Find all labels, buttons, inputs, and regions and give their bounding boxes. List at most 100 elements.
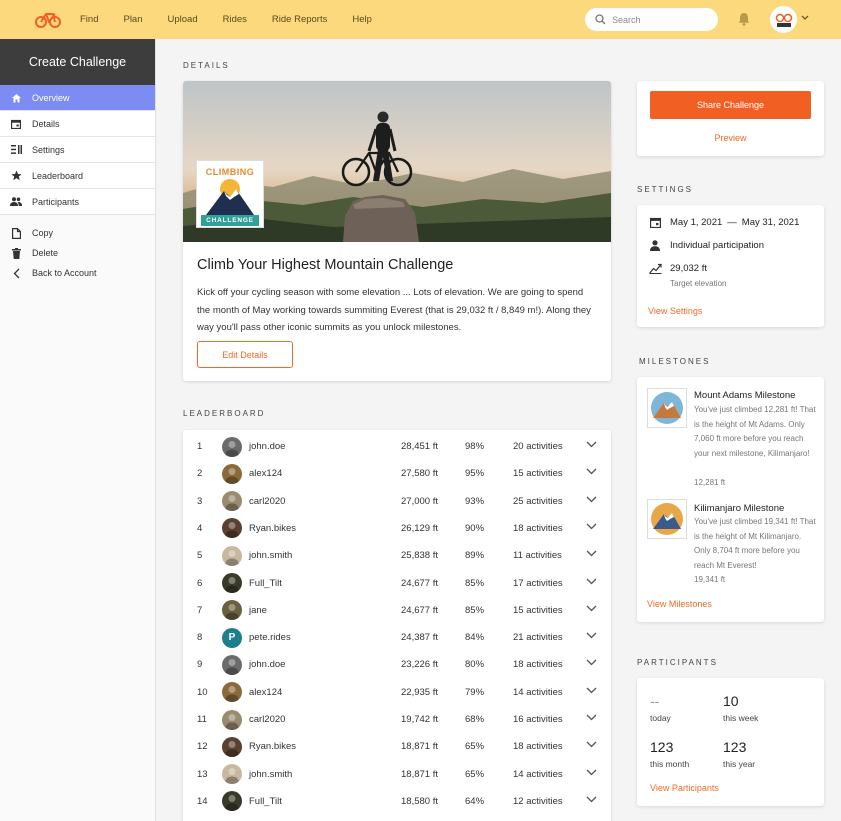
row-username[interactable]: jane — [249, 605, 267, 616]
leaderboard-row[interactable]: 9 john.doe 23,226 ft 80% 18 activities — [183, 651, 611, 678]
milestone-image — [647, 388, 687, 428]
view-settings-link[interactable]: View Settings — [648, 306, 702, 316]
chevron-down-icon[interactable] — [586, 523, 597, 530]
profile-photo-icon — [225, 522, 239, 539]
row-rank: 14 — [197, 795, 208, 807]
chevron-down-icon[interactable] — [586, 496, 597, 503]
row-percent: 95% — [465, 468, 485, 480]
chevron-down-icon[interactable] — [586, 605, 597, 612]
row-username[interactable]: Full_Tilt — [249, 578, 282, 589]
row-username[interactable]: pete.rides — [249, 632, 291, 643]
leaderboard-row[interactable]: 8 Ppete.rides 24,387 ft 84% 21 activities — [183, 624, 611, 651]
chevron-down-icon[interactable] — [586, 468, 597, 475]
sidebar-link-back[interactable]: Back to Account — [0, 263, 155, 283]
profile-photo-icon — [225, 795, 239, 812]
row-username[interactable]: Ryan.bikes — [249, 523, 296, 534]
hero-image: CLIMBING CHALLENGE — [183, 81, 611, 242]
view-participants-link[interactable]: View Participants — [650, 783, 719, 793]
leaderboard-row[interactable]: 5 john.smith 25,838 ft 89% 11 activities — [183, 542, 611, 569]
chevron-down-icon[interactable] — [801, 15, 809, 21]
search-input[interactable] — [612, 14, 707, 25]
row-username[interactable]: Full_Tilt — [249, 796, 282, 807]
week-label: this week — [723, 713, 759, 723]
milestones-card: Mount Adams Milestone You've just climbe… — [637, 377, 824, 622]
bell-icon[interactable] — [738, 12, 750, 26]
row-username[interactable]: john.smith — [249, 769, 292, 780]
row-activities: 21 activities — [513, 632, 563, 644]
sidebar-link-label: Delete — [32, 248, 59, 258]
leaderboard-row[interactable]: 14 Full_Tilt 18,580 ft 64% 12 activities — [183, 788, 611, 815]
row-username[interactable]: john.doe — [249, 441, 285, 452]
leaderboard-row[interactable]: 7 jane 24,677 ft 85% 15 activities — [183, 597, 611, 624]
leaderboard-row[interactable]: 12 Ryan.bikes 18,871 ft 65% 18 activities — [183, 733, 611, 760]
leaderboard-row[interactable]: 3 carl2020 27,000 ft 93% 25 activities — [183, 488, 611, 515]
row-percent: 93% — [465, 495, 485, 507]
target-value: 29,032 ft — [670, 263, 707, 274]
chevron-down-icon[interactable] — [586, 441, 597, 448]
sidebar-item-label: Details — [32, 118, 60, 129]
sidebar-link-delete[interactable]: Delete — [0, 243, 155, 263]
nav-upload[interactable]: Upload — [168, 14, 198, 25]
chevron-down-icon[interactable] — [586, 550, 597, 557]
row-username[interactable]: alex124 — [249, 687, 282, 698]
row-elevation: 26,129 ft — [401, 522, 438, 534]
leaderboard-row[interactable]: 13 john.smith 18,871 ft 65% 14 activities — [183, 761, 611, 788]
user-avatar[interactable] — [770, 6, 797, 33]
avatar — [222, 573, 242, 593]
leaderboard-row[interactable]: 11 carl2020 19,742 ft 68% 16 activities — [183, 706, 611, 733]
leaderboard-row[interactable]: 1 john.doe 28,451 ft 98% 20 activities — [183, 433, 611, 460]
leaderboard-row[interactable]: 10 alex124 22,935 ft 79% 14 activities — [183, 679, 611, 706]
challenge-description: Kick off your cycling season with some e… — [197, 287, 591, 333]
nav-find[interactable]: Find — [80, 14, 98, 25]
view-milestones-link[interactable]: View Milestones — [647, 599, 712, 609]
row-rank: 12 — [197, 741, 208, 753]
year-count: 123 — [723, 739, 747, 755]
sidebar-item-leaderboard[interactable]: Leaderboard — [0, 163, 155, 189]
chevron-down-icon[interactable] — [586, 741, 597, 748]
participation-type: Individual participation — [670, 240, 765, 251]
share-challenge-button[interactable]: Share Challenge — [650, 91, 811, 119]
chevron-down-icon[interactable] — [586, 769, 597, 776]
row-username[interactable]: carl2020 — [249, 714, 285, 725]
row-username[interactable]: john.doe — [249, 659, 285, 670]
leaderboard-row[interactable]: 6 Full_Tilt 24,677 ft 85% 17 activities — [183, 570, 611, 597]
nav-help[interactable]: Help — [352, 14, 372, 25]
leaderboard-row[interactable]: 4 Ryan.bikes 26,129 ft 90% 18 activities — [183, 515, 611, 542]
sidebar-item-overview[interactable]: Overview — [0, 85, 155, 111]
row-percent: 89% — [465, 550, 485, 562]
chevron-down-icon[interactable] — [586, 632, 597, 639]
row-elevation: 27,580 ft — [401, 468, 438, 480]
sidebar-item-settings[interactable]: Settings — [0, 137, 155, 163]
leaderboard-row[interactable]: 2 alex124 27,580 ft 95% 15 activities — [183, 460, 611, 487]
row-elevation: 25,838 ft — [401, 550, 438, 562]
row-rank: 1 — [197, 441, 203, 452]
bike-logo-icon[interactable] — [35, 9, 61, 29]
preview-link[interactable]: Preview — [637, 133, 824, 143]
profile-photo-icon — [225, 740, 239, 757]
row-username[interactable]: carl2020 — [249, 496, 285, 507]
chevron-down-icon[interactable] — [586, 714, 597, 721]
row-username[interactable]: john.smith — [249, 550, 292, 561]
avatar — [222, 491, 242, 512]
start-date: May 1, 2021 — [670, 217, 723, 228]
row-username[interactable]: alex124 — [249, 468, 282, 479]
row-username[interactable]: Ryan.bikes — [249, 741, 296, 752]
row-activities: 12 activities — [513, 795, 563, 807]
edit-details-button[interactable]: Edit Details — [197, 341, 293, 368]
nav-plan[interactable]: Plan — [123, 14, 142, 25]
chevron-down-icon[interactable] — [586, 687, 597, 694]
nav-rides[interactable]: Rides — [223, 14, 247, 25]
nav-ride-reports[interactable]: Ride Reports — [272, 14, 327, 25]
row-activities: 16 activities — [513, 714, 563, 725]
copy-icon — [10, 227, 22, 239]
chevron-down-icon[interactable] — [586, 796, 597, 803]
sidebar-link-copy[interactable]: Copy — [0, 223, 155, 243]
chevron-down-icon[interactable] — [586, 659, 597, 666]
row-elevation: 18,871 ft — [401, 741, 438, 753]
row-rank: 8 — [197, 632, 203, 644]
sidebar-item-participants[interactable]: Participants — [0, 189, 155, 215]
sidebar-link-label: Back to Account — [32, 268, 97, 278]
chevron-down-icon[interactable] — [586, 578, 597, 585]
sidebar-item-details[interactable]: Details — [0, 111, 155, 137]
end-date: May 31, 2021 — [741, 217, 800, 228]
